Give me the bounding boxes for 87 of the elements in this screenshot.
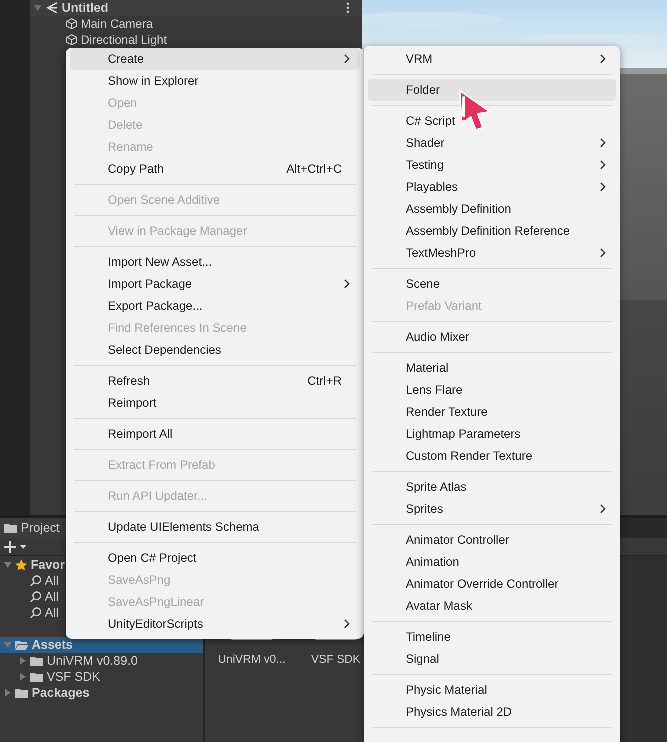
chevron-right-icon [600,182,606,192]
collapsed-arrow-icon[interactable] [4,689,12,697]
menu-item[interactable]: Lightmap Parameters [368,423,616,445]
chevron-right-icon [344,279,350,289]
star-icon [15,558,28,572]
menu-item[interactable]: UnityEditorScripts [70,613,360,635]
more-options-icon[interactable] [346,2,350,14]
menu-item[interactable]: Assembly Definition [368,198,616,220]
project-tab[interactable]: Project [0,518,68,538]
chevron-right-icon [600,54,606,64]
chevron-right-icon [344,619,350,629]
folder-icon [15,687,29,699]
menu-item[interactable]: Import Package [70,273,360,295]
unity-scene-icon [46,2,58,14]
expanded-arrow-icon[interactable] [34,4,42,12]
shortcut-text: Alt+Ctrl+C [286,161,343,178]
menu-item[interactable]: Open C# Project [70,547,360,569]
menu-item[interactable]: Physic Material [368,679,616,701]
tree-item[interactable]: Favor [31,556,66,574]
menu-item[interactable]: Show in Explorer [70,70,360,92]
menu-item[interactable]: Update UIElements Schema [70,516,360,538]
menu-item[interactable]: Lens Flare [368,379,616,401]
menu-item[interactable]: Refresh Ctrl+R [70,370,360,392]
menu-item[interactable]: Animation [368,551,616,573]
menu-item[interactable]: Testing [368,154,616,176]
search-icon [30,607,42,619]
menu-item[interactable]: C# Script [368,110,616,132]
tree-row[interactable]: Assets [0,637,203,653]
tree-label: Packages [32,684,90,702]
menu-item[interactable]: Import New Asset... [70,251,360,273]
menu-item[interactable]: Audio Mixer [368,326,616,348]
menu-item[interactable]: Custom Render Texture [368,445,616,467]
search-icon [30,591,42,603]
tree-row[interactable]: VSF SDK [0,669,203,685]
menu-item[interactable]: Create [70,48,360,70]
tree-item[interactable]: All [45,604,59,622]
menu-item[interactable]: Reimport All [70,423,360,445]
menu-item[interactable]: Signal [368,648,616,670]
expanded-arrow-icon[interactable] [4,561,12,569]
menu-item[interactable]: Select Dependencies [70,339,360,361]
folder-icon [30,671,44,683]
folder-icon [4,522,17,534]
tree-item[interactable]: All [45,572,59,590]
menu-item[interactable]: Timeline [368,626,616,648]
menu-item[interactable]: Render Texture [368,401,616,423]
menu-item[interactable]: Reimport [70,392,360,414]
tree-row[interactable]: UniVRM v0.89.0 [0,653,203,669]
chevron-right-icon [600,504,606,514]
tree-label: Assets [32,636,73,654]
add-dropdown-icon[interactable] [4,540,30,552]
chevron-right-icon [600,138,606,148]
menu-item[interactable]: Playables [368,176,616,198]
expanded-arrow-icon[interactable] [4,641,12,649]
menu-item[interactable]: TextMeshPro [368,242,616,264]
menu-item[interactable]: Export Package... [70,295,360,317]
cube-icon [66,18,78,30]
menu-item[interactable]: Scene [368,273,616,295]
shortcut-text: Ctrl+R [308,373,343,390]
collapsed-arrow-icon[interactable] [19,673,27,681]
collapsed-arrow-icon[interactable] [19,657,27,665]
folder-icon [30,655,44,667]
menu-item[interactable]: Animator Controller [368,529,616,551]
cube-icon [66,34,78,46]
tree-item[interactable]: All [45,588,59,606]
open-folder-icon [15,639,29,651]
menu-item[interactable]: Assembly Definition Reference [368,220,616,242]
menu-item[interactable]: Copy Path Alt+Ctrl+C [70,158,360,180]
chevron-right-icon [600,160,606,170]
chevron-right-icon [600,248,606,258]
scene-title: Untitled [62,0,109,17]
chevron-right-icon [344,54,350,64]
menu-item[interactable]: Material [368,357,616,379]
menu-item[interactable]: Animator Override Controller [368,573,616,595]
search-icon [30,575,42,587]
menu-item[interactable]: Physics Material 2D [368,701,616,723]
menu-item[interactable]: Shader [368,132,616,154]
tree-label: VSF SDK [47,668,100,686]
tree-row[interactable]: Packages [0,685,203,701]
tree-label: UniVRM v0.89.0 [47,652,138,670]
hierarchy-item[interactable]: Main Camera [81,15,154,33]
menu-item[interactable]: Sprites [368,498,616,520]
menu-item[interactable]: Avatar Mask [368,595,616,617]
menu-item[interactable]: Sprite Atlas [368,476,616,498]
asset-label: VSF SDK [311,653,361,668]
hierarchy-item[interactable]: Directional Light [81,31,168,49]
menu-item[interactable]: Folder [368,79,616,101]
asset-label: UniVRM v0... [218,653,286,668]
